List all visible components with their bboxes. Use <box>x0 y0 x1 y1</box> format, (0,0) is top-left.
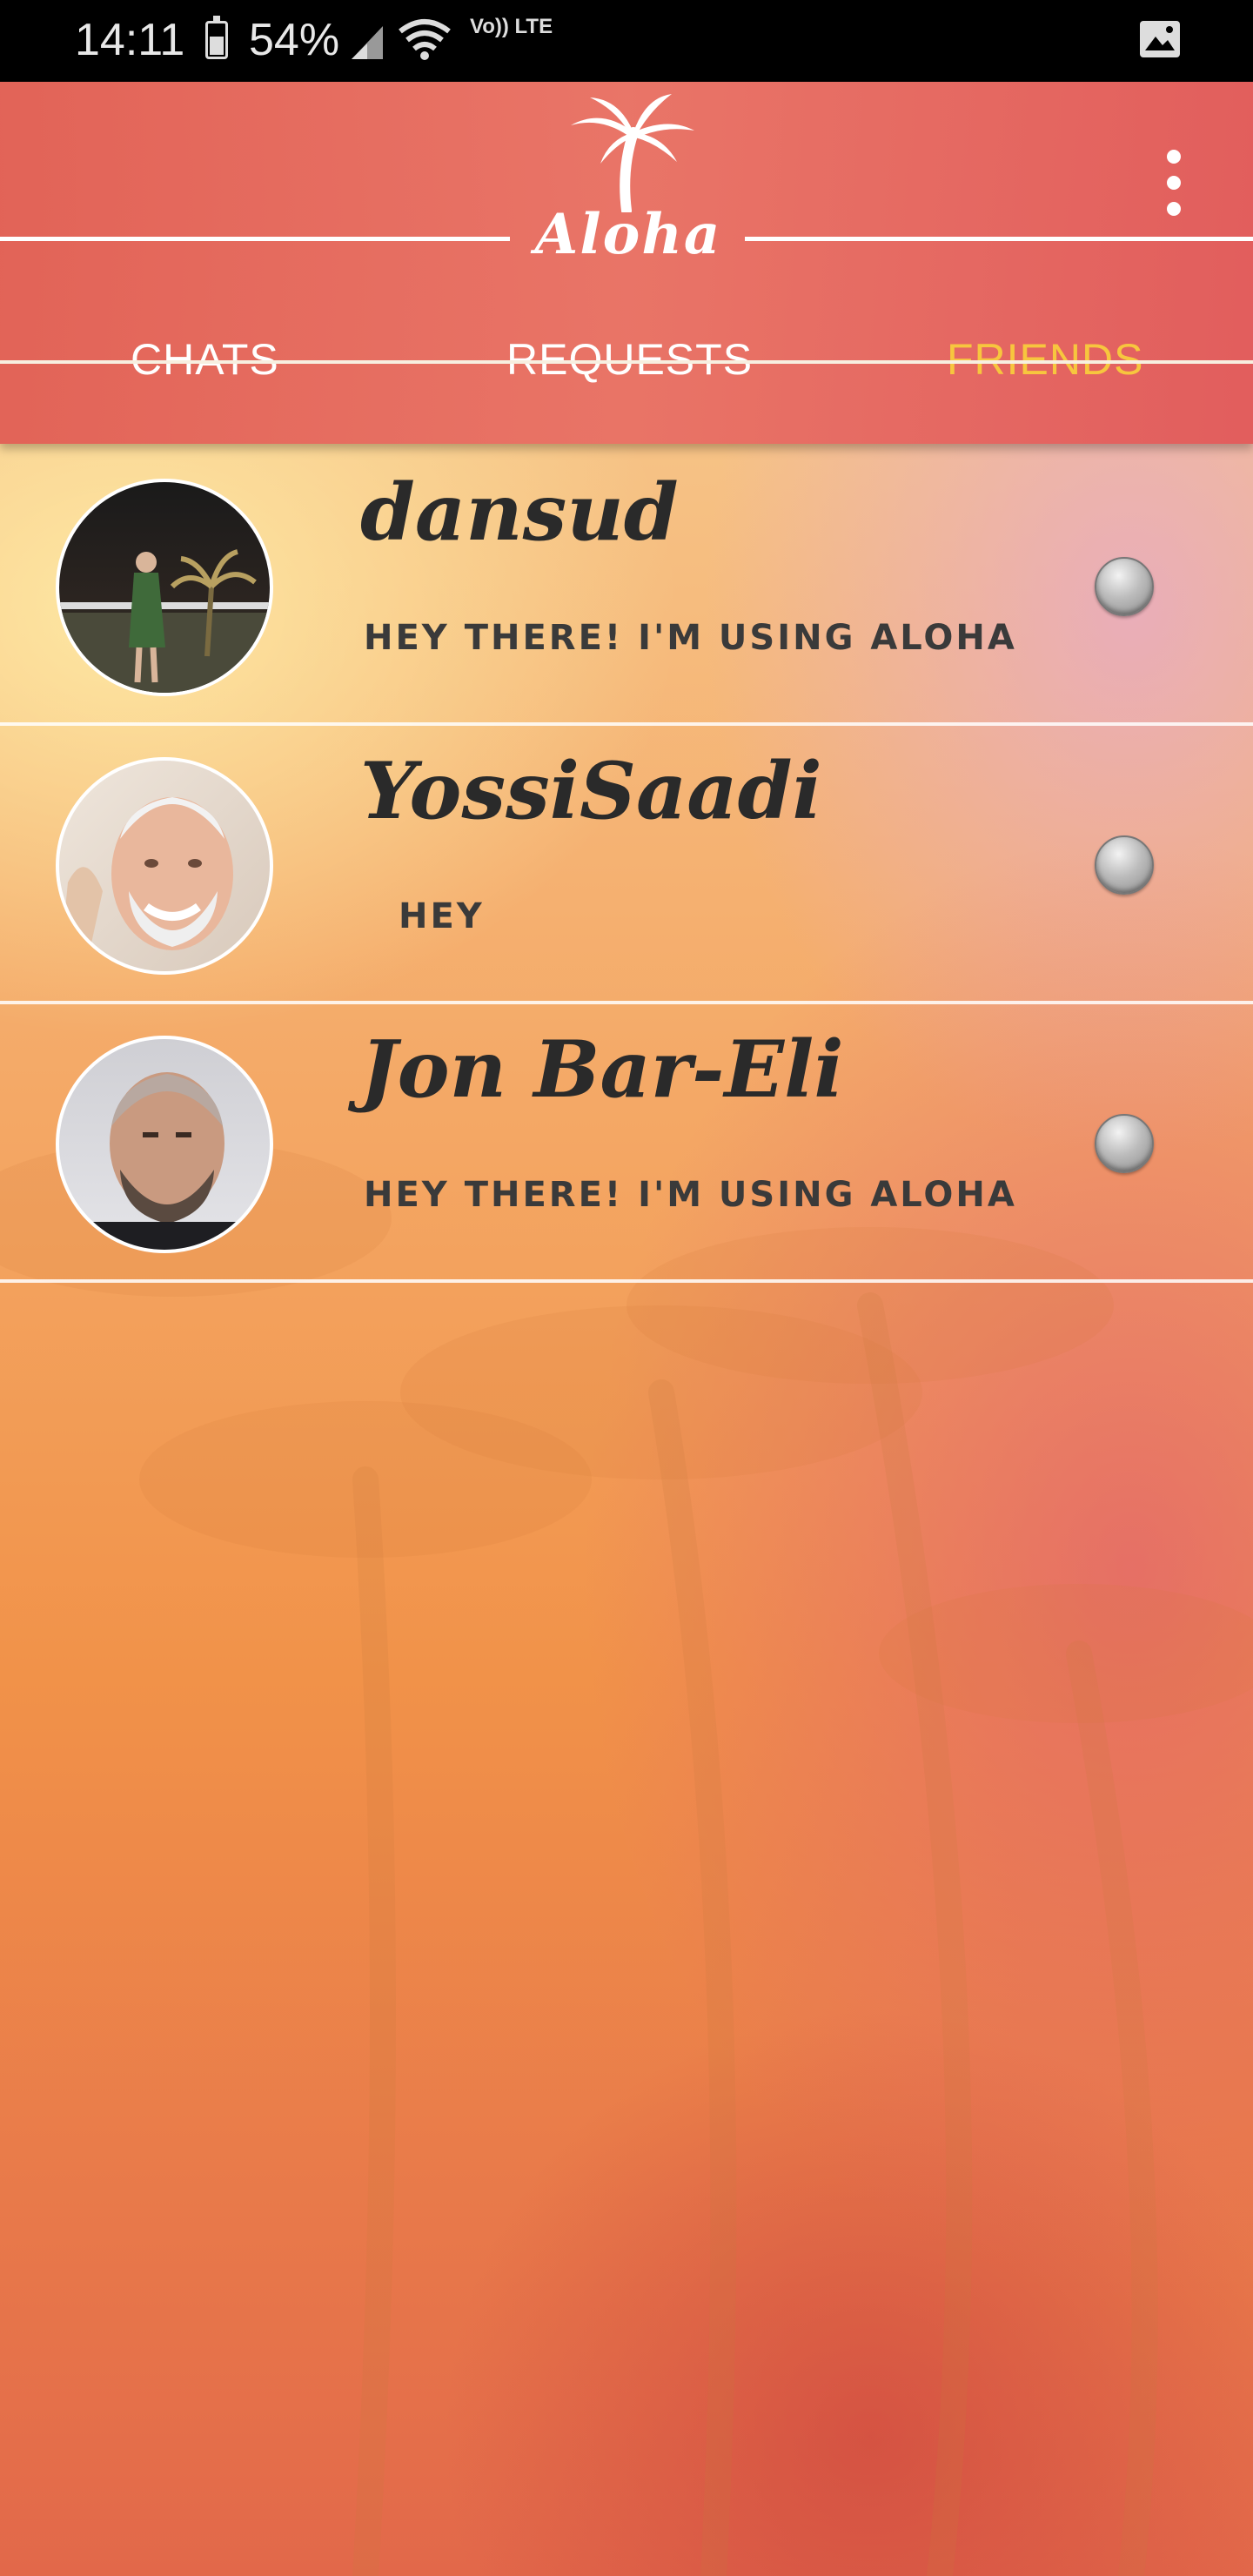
friend-name: dansud <box>360 466 679 559</box>
friend-status: HEY THERE! I'M USING ALOHA <box>364 618 1017 658</box>
online-status-indicator <box>1095 1114 1154 1173</box>
friend-name: Jon Bar-Eli <box>360 1023 844 1116</box>
tab-chats[interactable]: CHATS <box>131 334 279 385</box>
friend-status: HEY THERE! I'M USING ALOHA <box>364 1175 1017 1215</box>
friend-row[interactable]: Jon Bar-Eli HEY THERE! I'M USING ALOHA <box>0 1006 1253 1283</box>
app-header: Aloha CHATS REQUESTS FRIENDS <box>0 82 1253 444</box>
status-time: 14:11 <box>75 15 185 65</box>
friend-status: HEY <box>399 896 485 936</box>
friend-name: YossiSaadi <box>360 745 822 837</box>
tab-indicator-line <box>0 360 1253 364</box>
app-logo: Aloha <box>533 91 724 267</box>
tab-friends[interactable]: FRIENDS <box>947 334 1143 385</box>
online-status-indicator <box>1095 835 1154 895</box>
volte-icon: Vo)) LTE <box>470 15 553 38</box>
logo-text: Aloha <box>534 202 722 267</box>
friend-row[interactable]: YossiSaadi HEY <box>0 728 1253 1004</box>
tab-bar: CHATS REQUESTS FRIENDS <box>0 317 1253 444</box>
overflow-menu-icon[interactable] <box>1161 150 1187 219</box>
avatar <box>56 479 273 696</box>
gallery-icon[interactable] <box>1138 19 1182 59</box>
battery-icon <box>205 16 228 59</box>
header-divider-right <box>745 237 1253 241</box>
status-bar: 14:11 54% Vo)) LTE <box>0 0 1253 82</box>
friend-row[interactable]: dansud HEY THERE! I'M USING ALOHA <box>0 449 1253 726</box>
tab-requests[interactable]: REQUESTS <box>506 334 753 385</box>
palm-tree-icon <box>571 94 694 216</box>
avatar <box>56 757 273 975</box>
avatar <box>56 1036 273 1253</box>
online-status-indicator <box>1095 557 1154 616</box>
header-divider-left <box>0 237 510 241</box>
signal-icon <box>352 26 383 59</box>
battery-percent: 54% <box>249 15 340 65</box>
wifi-icon <box>399 19 451 60</box>
